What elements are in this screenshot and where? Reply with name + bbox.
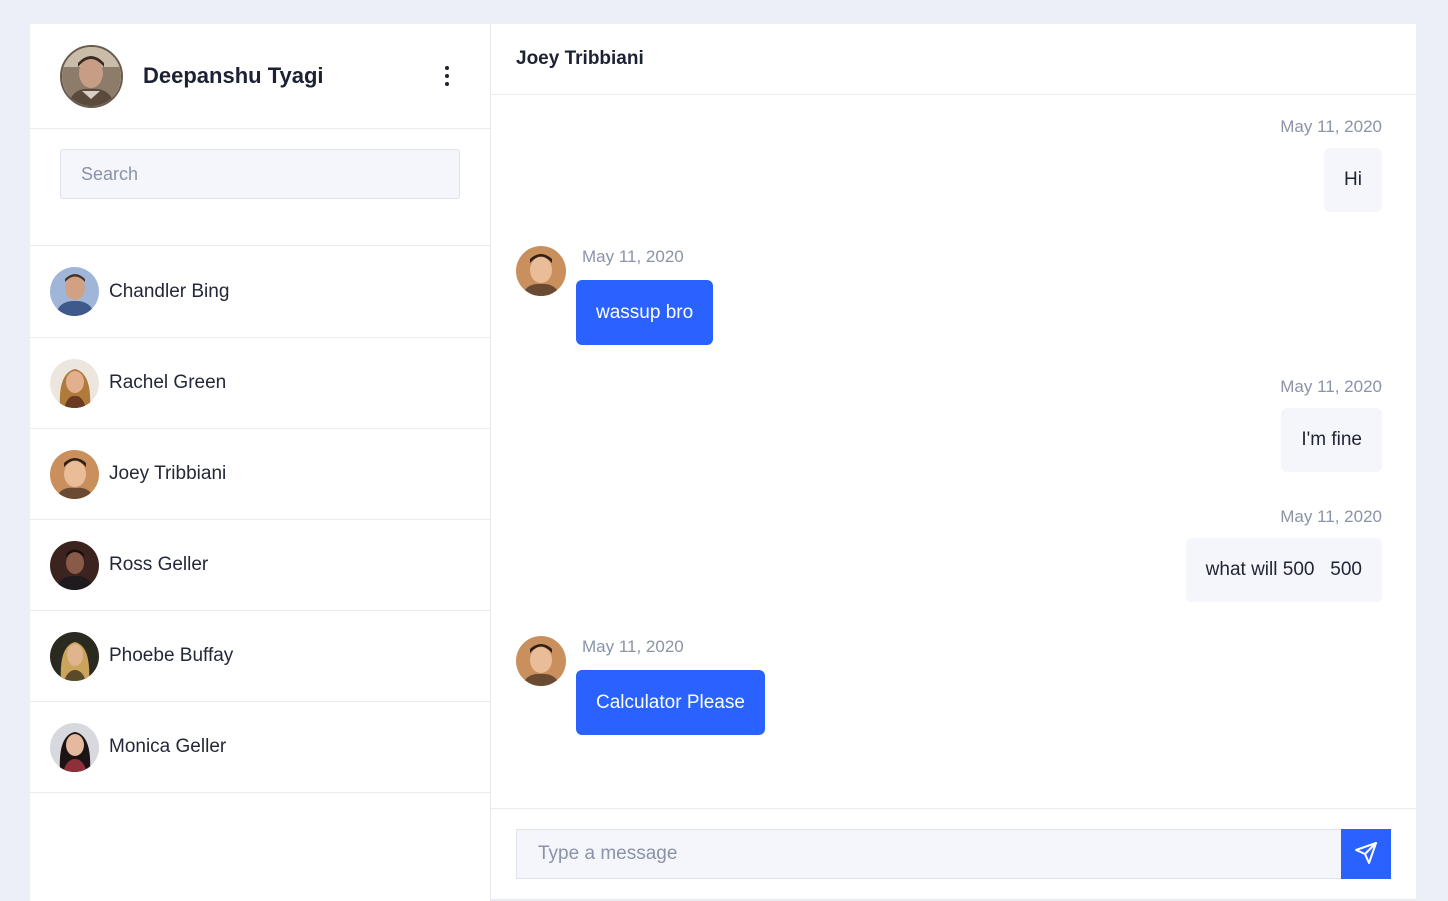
sidebar: Deepanshu Tyagi Chandler Bing	[30, 24, 491, 901]
user-name: Deepanshu Tyagi	[143, 63, 324, 88]
joey-avatar	[50, 449, 99, 499]
joey-avatar	[516, 246, 566, 296]
rachel-avatar	[50, 358, 99, 408]
message-bubble: wassup bro	[576, 280, 714, 345]
message-incoming: May 11, 2020 Calculator Please	[516, 636, 765, 735]
message-date: May 11, 2020	[1280, 377, 1382, 396]
user-avatar[interactable]	[60, 44, 123, 108]
chandler-avatar	[50, 267, 99, 316]
message-outgoing: May 11, 2020 I'm fine	[1280, 376, 1382, 472]
monica-avatar	[50, 722, 99, 772]
profile-header: Deepanshu Tyagi	[30, 24, 490, 129]
chat-title: Joey Tribbiani	[491, 24, 1416, 95]
contact-item-chandler[interactable]: Chandler Bing	[30, 246, 490, 338]
message-outgoing: May 11, 2020 Hi	[1280, 116, 1382, 212]
contact-name: Joey Tribbiani	[109, 463, 227, 484]
message-composer	[491, 808, 1416, 901]
search-section	[30, 129, 490, 246]
contact-name: Rachel Green	[109, 372, 227, 393]
contact-name: Chandler Bing	[109, 280, 230, 302]
contact-name: Phoebe Buffay	[109, 645, 234, 666]
send-button[interactable]	[1341, 829, 1391, 879]
message-bubble: what will 500 500	[1185, 538, 1382, 602]
message-list: May 11, 2020 Hi May 11, 2020 wassup bro	[491, 95, 1416, 808]
search-input[interactable]	[60, 149, 460, 199]
phoebe-avatar	[50, 631, 99, 681]
message-date: May 11, 2020	[582, 637, 684, 656]
contact-list: Chandler Bing Rachel Green Joey Tribbian…	[30, 246, 490, 793]
contact-item-rachel[interactable]: Rachel Green	[30, 338, 490, 429]
message-bubble: I'm fine	[1281, 408, 1382, 472]
message-bubble: Hi	[1324, 148, 1382, 212]
joey-avatar	[516, 636, 566, 686]
contact-name: Ross Geller	[109, 554, 209, 575]
message-outgoing: May 11, 2020 what will 500 500	[1185, 506, 1382, 602]
more-options-icon[interactable]	[435, 61, 459, 91]
contact-item-monica[interactable]: Monica Geller	[30, 702, 490, 793]
contact-item-phoebe[interactable]: Phoebe Buffay	[30, 611, 490, 702]
message-date: May 11, 2020	[1280, 117, 1382, 136]
message-date: May 11, 2020	[1280, 507, 1382, 526]
chat-app: Deepanshu Tyagi Chandler Bing	[30, 24, 1416, 901]
message-bubble: Calculator Please	[576, 670, 765, 735]
message-incoming: May 11, 2020 wassup bro	[516, 246, 714, 345]
contact-item-joey[interactable]: Joey Tribbiani	[30, 429, 490, 520]
chat-panel: Joey Tribbiani May 11, 2020 Hi May 11, 2…	[491, 24, 1416, 901]
ross-avatar	[50, 540, 99, 590]
send-icon	[1354, 841, 1378, 868]
message-date: May 11, 2020	[582, 247, 684, 266]
contact-name: Monica Geller	[109, 736, 227, 757]
message-input[interactable]	[516, 829, 1341, 879]
contact-item-ross[interactable]: Ross Geller	[30, 520, 490, 611]
